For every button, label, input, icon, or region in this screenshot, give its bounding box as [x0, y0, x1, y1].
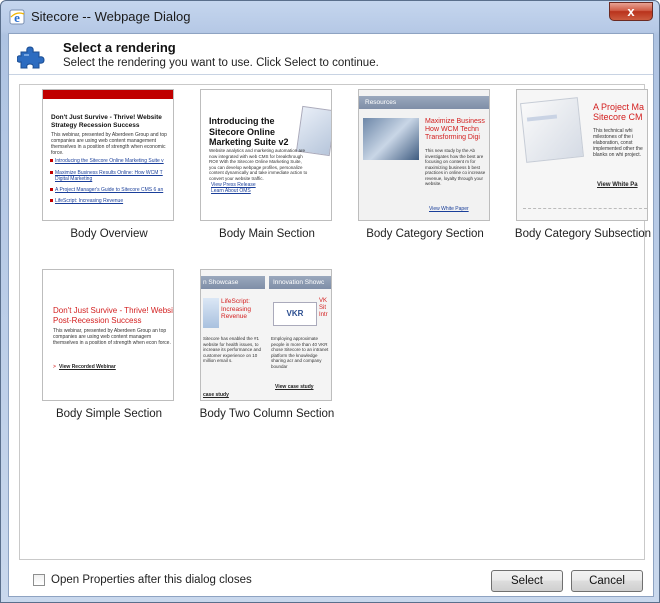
close-button[interactable]: x — [609, 2, 653, 21]
rendering-label: Body Main Section — [219, 228, 315, 240]
dialog-heading: Select a rendering — [63, 40, 176, 55]
thumb-body: This webinar, presented by Aberdeen Grou… — [53, 328, 171, 346]
people-photo — [363, 118, 419, 160]
thumb-body: Website analytics and marketing automati… — [209, 148, 308, 181]
internet-explorer-icon: e — [9, 9, 25, 25]
thumb-link: LifeScript: Increasing Revenue — [55, 198, 124, 204]
cancel-button[interactable]: Cancel — [571, 570, 643, 592]
thumb-title: Maximize Business How WCM Techn Transfor… — [425, 118, 485, 141]
rendering-thumbnail[interactable]: Resources Maximize Business How WCM Tech… — [358, 89, 490, 221]
thumb-header-bar — [43, 90, 173, 99]
bullet — [50, 159, 53, 162]
rendering-label: Body Simple Section — [55, 408, 163, 420]
thumb-body: This new study by the Ab investigates ho… — [425, 148, 486, 186]
thumb-section-title: Resources — [365, 99, 397, 106]
right-column-body: Employing approximate people in more tha… — [271, 336, 329, 369]
renderings-gallery: Don't Just Survive - Thrive! Website Str… — [19, 84, 651, 560]
left-column-heading: n Showcase — [203, 279, 239, 286]
close-icon: x — [627, 4, 635, 19]
rendering-thumbnail[interactable]: Don't Just Survive - Thrive! Websi Post-… — [42, 269, 174, 401]
window-title: Sitecore -- Webpage Dialog — [31, 9, 191, 24]
arrow-icon: > — [53, 364, 56, 370]
dialog-window: e Sitecore -- Webpage Dialog x Select a … — [0, 0, 660, 603]
rendering-thumbnail[interactable]: Introducing the Sitecore Online Marketin… — [200, 89, 332, 221]
select-button[interactable]: Select — [491, 570, 563, 592]
thumb-link: Learn About OMS — [211, 188, 251, 194]
open-properties-checkbox[interactable] — [33, 574, 45, 586]
thumb-link: A Project Manager's Guide to Sitecore CM… — [55, 187, 164, 193]
left-column-title: LifeScript: Increasing Revenue — [221, 298, 251, 320]
lifescript-logo — [203, 298, 219, 328]
rendering-thumbnail[interactable]: n Showcase Innovation Showc LifeScript: … — [200, 269, 332, 401]
rendering-thumbnail[interactable]: Don't Just Survive - Thrive! Website Str… — [42, 89, 174, 221]
right-column-link: View case study — [275, 384, 314, 390]
left-column-link: case study — [203, 392, 229, 398]
thumb-link: Introducing the Sitecore Online Marketin… — [55, 158, 164, 164]
thumb-link: View Recorded Webinar — [59, 364, 116, 370]
rendering-label: Body Category Section — [366, 228, 484, 240]
thumb-divider — [523, 208, 647, 209]
thumb-title: Don't Just Survive - Thrive! Websi Post-… — [53, 306, 173, 325]
right-column-heading: Innovation Showc — [273, 279, 325, 286]
dialog-client-area: Select a rendering Select the rendering … — [8, 33, 654, 597]
thumb-title: Don't Just Survive - Thrive! Website Str… — [51, 114, 162, 129]
dialog-header: Select a rendering Select the rendering … — [9, 34, 653, 75]
thumb-title: A Project Ma Sitecore CM — [593, 102, 645, 122]
thumb-link: View White Paper — [429, 206, 469, 212]
thumb-body: This webinar, presented by Aberdeen Grou… — [51, 132, 167, 156]
dialog-footer: Open Properties after this dialog closes… — [9, 564, 653, 596]
thumb-link: Digital Marketing — [55, 176, 93, 182]
dialog-instructions: Select the rendering you want to use. Cl… — [63, 57, 379, 69]
right-column-title: VK Sit Intr — [319, 298, 328, 318]
title-bar[interactable]: e Sitecore -- Webpage Dialog x — [1, 1, 659, 33]
rendering-label: Body Overview — [70, 228, 148, 240]
vkr-logo: VKR — [273, 302, 317, 326]
rendering-thumbnail[interactable]: A Project Ma Sitecore CM This technical … — [516, 89, 648, 221]
bullet — [50, 171, 53, 174]
open-properties-label[interactable]: Open Properties after this dialog closes — [51, 574, 252, 586]
thumb-title: Introducing the Sitecore Online Marketin… — [209, 116, 289, 147]
puzzle-piece-icon — [17, 46, 45, 69]
rendering-label: Body Two Column Section — [199, 408, 335, 420]
left-column-body: Sitecore has enabled the #1 website for … — [203, 336, 262, 363]
svg-text:e: e — [14, 10, 20, 25]
thumb-link: View White Pa — [597, 182, 638, 188]
thumb-body: This technical whi milestones of the i e… — [593, 128, 643, 158]
bullet — [50, 188, 53, 191]
bullet — [50, 199, 53, 202]
rendering-label: Body Category Subsection — [514, 228, 652, 240]
whitepaper-image — [520, 97, 584, 163]
